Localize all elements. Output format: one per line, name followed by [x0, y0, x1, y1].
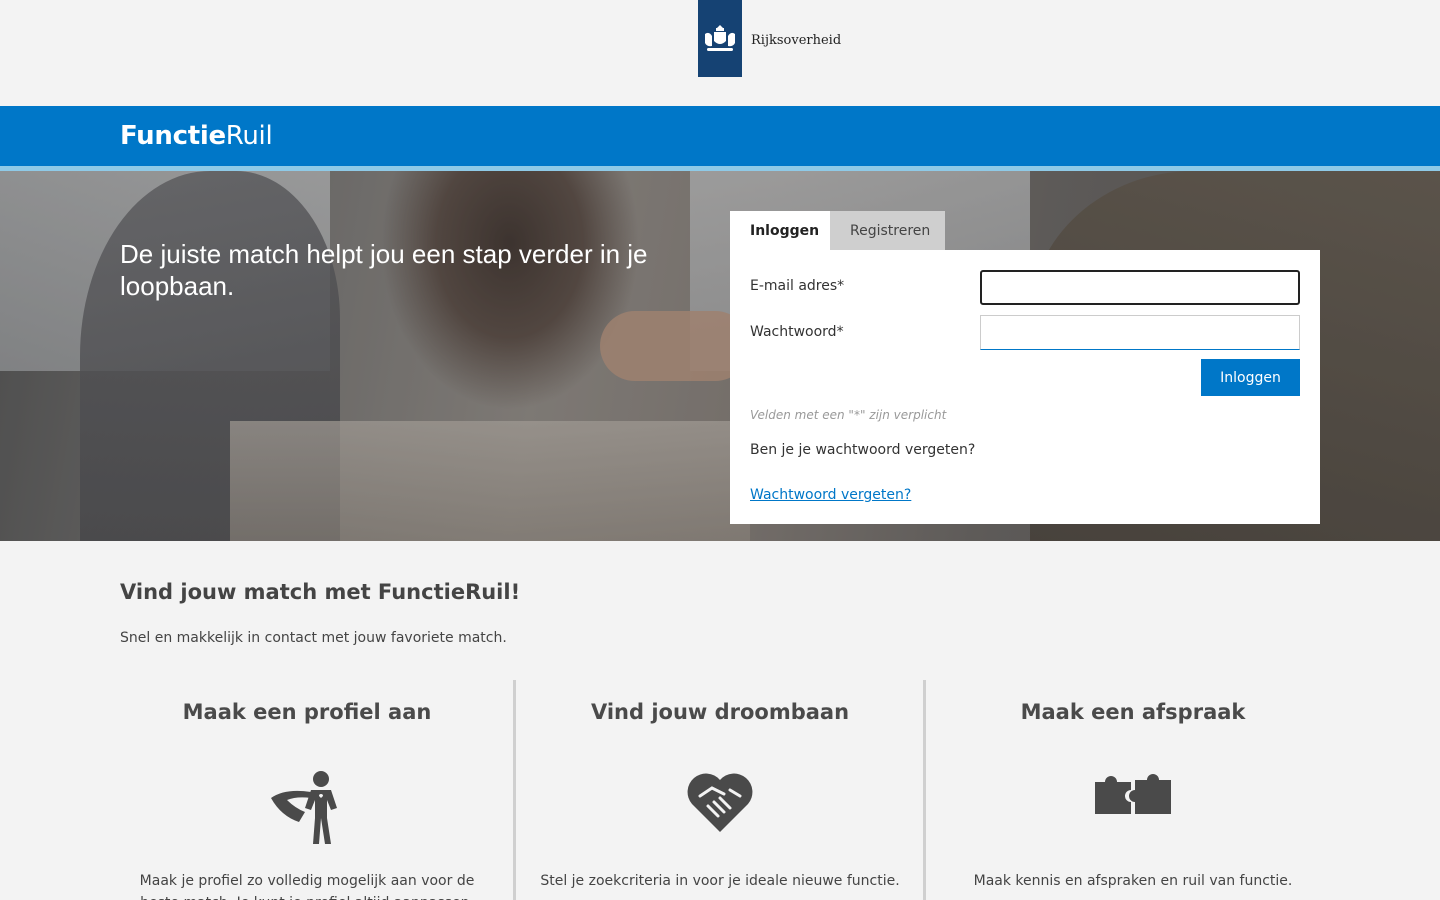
brand-title[interactable]: FunctieRuil	[120, 121, 273, 151]
feature-title: Vind jouw droombaan	[590, 700, 850, 724]
feature-title: Maak een afspraak	[1020, 700, 1246, 724]
tab-register[interactable]: Registreren	[830, 211, 945, 250]
login-panel: E-mail adres* Wachtwoord* Inloggen Velde…	[730, 250, 1320, 524]
email-label: E-mail adres*	[750, 278, 845, 294]
login-tabs: Inloggen Registreren	[730, 211, 945, 250]
brand-title-normal: Ruil	[225, 121, 273, 151]
feature-profile: Maak een profiel aan Maak je profiel zo …	[120, 680, 494, 900]
required-fields-note: Velden met een "*" zijn verplicht	[750, 408, 947, 422]
password-label: Wachtwoord*	[750, 324, 844, 340]
feature-text: Maak kennis en afspraken en ruil van fun…	[973, 873, 1293, 889]
forgot-password-link[interactable]: Wachtwoord vergeten?	[750, 487, 911, 503]
intro-subtitle: Snel en makkelijk in contact met jouw fa…	[120, 630, 507, 646]
superhero-icon	[271, 770, 343, 848]
feature-appointment: Maak een afspraak Maak kennis en afsprak…	[946, 680, 1320, 900]
handshake-heart-icon	[686, 770, 754, 838]
logo-text: Rijksoverheid	[751, 33, 842, 48]
site-header: Rijksoverheid	[0, 0, 1440, 106]
feature-text: Maak je profiel zo volledig mogelijk aan…	[139, 873, 475, 900]
feature-title: Maak een profiel aan	[182, 700, 432, 724]
forgot-password-question: Ben je je wachtwoord vergeten?	[750, 442, 976, 458]
coat-of-arms-icon	[705, 24, 735, 51]
intro-title: Vind jouw match met FunctieRuil!	[120, 580, 521, 604]
tab-login[interactable]: Inloggen	[730, 211, 830, 250]
email-field[interactable]	[980, 270, 1300, 305]
rijksoverheid-logo[interactable]	[698, 0, 742, 77]
password-field[interactable]	[980, 315, 1300, 350]
brand-title-bold: Functie	[120, 121, 226, 151]
feature-text: Stel je zoekcriteria in voor je ideale n…	[540, 873, 900, 889]
puzzle-icon	[1095, 770, 1171, 820]
column-divider	[513, 680, 516, 900]
hero-title: De juiste match helpt jou een stap verde…	[120, 239, 648, 301]
column-divider	[923, 680, 926, 900]
feature-dreamjob: Vind jouw droombaan Stel je zoekcriteria…	[534, 680, 906, 900]
login-button[interactable]: Inloggen	[1201, 359, 1300, 396]
